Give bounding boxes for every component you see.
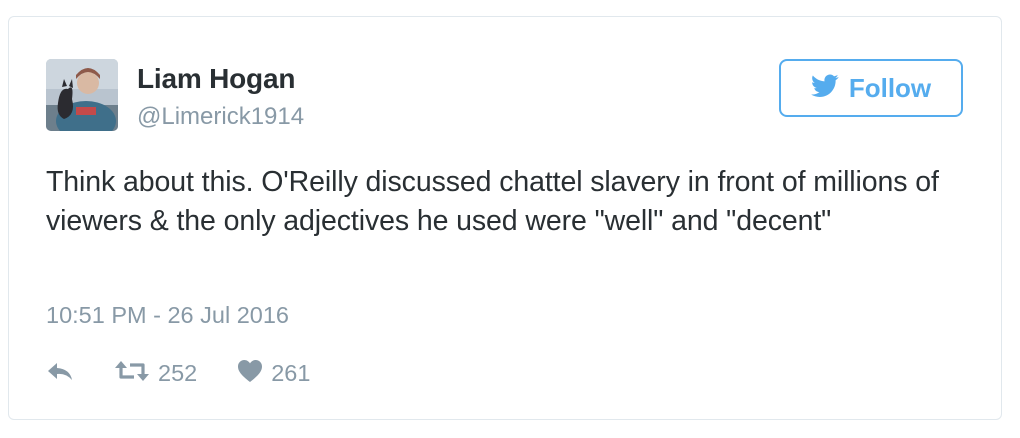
follow-button[interactable]: Follow [779, 59, 963, 117]
twitter-bird-icon [810, 73, 839, 103]
retweet-button[interactable]: 252 [114, 359, 197, 388]
author-handle[interactable]: @Limerick1914 [137, 103, 304, 131]
retweet-count: 252 [158, 359, 198, 386]
like-count: 261 [271, 359, 311, 386]
tweet-card: Liam Hogan @Limerick1914 Follow Think ab… [8, 16, 1002, 420]
tweet-text: Think about this. O'Reilly discussed cha… [46, 166, 939, 237]
tweet-timestamp[interactable]: 10:51 PM - 26 Jul 2016 [46, 302, 289, 329]
like-button[interactable]: 261 [237, 359, 310, 388]
heart-icon [237, 359, 263, 388]
retweet-icon [114, 359, 150, 388]
tweet-actions: 252 261 [46, 357, 310, 389]
reply-icon [46, 359, 74, 388]
author-avatar[interactable] [46, 59, 118, 131]
reply-button[interactable] [46, 359, 74, 388]
author-name[interactable]: Liam Hogan [137, 63, 295, 95]
follow-label: Follow [848, 72, 932, 103]
avatar-image [46, 59, 118, 131]
